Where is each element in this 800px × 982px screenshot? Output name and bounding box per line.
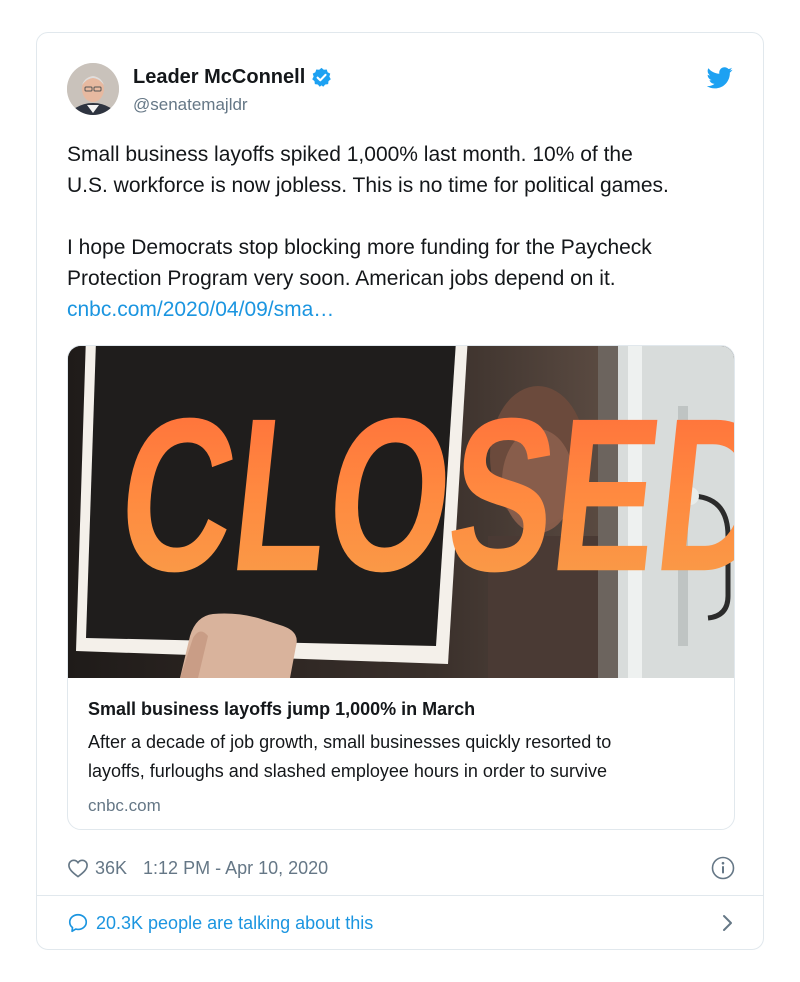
heart-icon [68,859,88,878]
verified-badge-icon [311,67,332,88]
author-handle[interactable]: @senatemajldr [133,95,248,115]
tweet-meta-row: 36K 1:12 PM - Apr 10, 2020 [67,853,735,883]
link-title[interactable]: Small business layoffs jump 1,000% in Ma… [88,698,718,720]
author-name-row[interactable]: Leader McConnell [133,66,332,89]
twitter-bird-icon[interactable] [706,67,733,89]
tweet-line: Protection Program very soon. American j… [67,267,616,290]
tweet-text: Small business layoffs spiked 1,000% las… [67,139,747,325]
link-description: After a decade of job growth, small busi… [88,728,718,786]
author-display-name[interactable]: Leader McConnell [133,66,305,89]
timestamp[interactable]: 1:12 PM - Apr 10, 2020 [143,858,328,879]
tweet-line: I hope Democrats stop blocking more fund… [67,236,652,259]
tweet-line: Small business layoffs spiked 1,000% las… [67,143,633,166]
like-button[interactable]: 36K [67,858,127,879]
like-count: 36K [95,857,128,878]
link-preview-image[interactable]: CLOSED [68,346,735,678]
tweet-link[interactable]: cnbc.com/2020/04/09/sma… [67,298,334,321]
link-description-line: layoffs, furloughs and slashed employee … [88,761,607,781]
link-description-line: After a decade of job growth, small busi… [88,732,612,752]
chevron-right-icon[interactable] [721,912,735,934]
speech-bubble-icon [68,913,88,933]
conversation-label[interactable]: 20.3K people are talking about this [96,913,373,934]
avatar[interactable] [67,63,119,115]
info-icon[interactable] [711,856,735,880]
closed-sign-text: CLOSED [109,374,735,617]
tweet-card: Leader McConnell @senatemajldr Small bus… [36,32,764,950]
tweet-line: U.S. workforce is now jobless. This is n… [67,174,669,197]
link-domain: cnbc.com [88,796,161,815]
link-preview-card[interactable]: CLOSED Small business layoffs jump 1,000… [67,345,735,830]
divider [37,895,763,896]
conversation-link[interactable]: 20.3K people are talking about this [67,908,735,938]
